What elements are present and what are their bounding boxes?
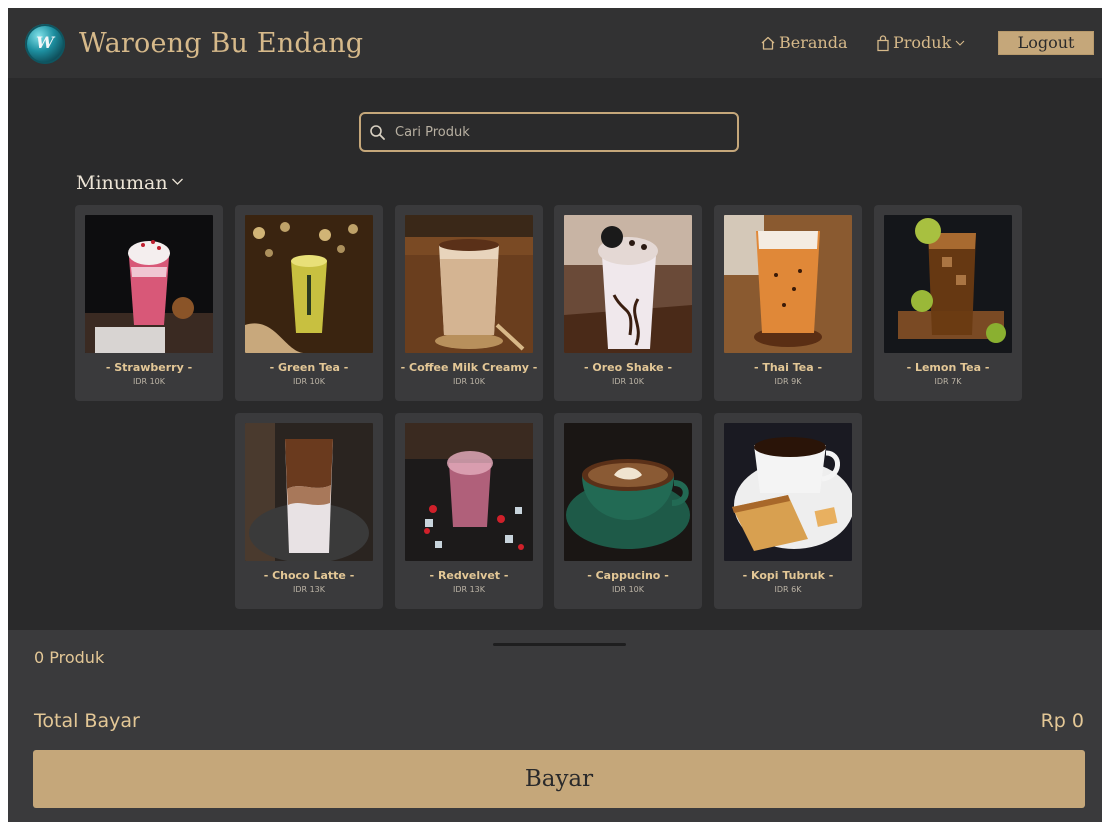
product-name: - Kopi Tubruk -	[742, 569, 834, 582]
product-price: IDR 13K	[292, 585, 326, 594]
product-image-kopi-tubruk	[724, 423, 852, 561]
product-card-green-tea[interactable]: - Green Tea - IDR 10K	[235, 205, 383, 401]
product-price: IDR 13K	[452, 585, 486, 594]
product-name: - Lemon Tea -	[906, 361, 990, 374]
product-card-redvelvet[interactable]: - Redvelvet - IDR 13K	[395, 413, 543, 609]
product-name: - Coffee Milk Creamy -	[400, 361, 538, 374]
product-image-redvelvet	[405, 423, 533, 561]
product-name: - Choco Latte -	[263, 569, 355, 582]
chevron-down-icon	[954, 37, 966, 49]
product-name: - Oreo Shake -	[583, 361, 673, 374]
product-price: IDR 10K	[132, 377, 166, 386]
product-card-lemon-tea[interactable]: - Lemon Tea - IDR 7K	[874, 205, 1022, 401]
nav-beranda[interactable]: Beranda	[760, 30, 848, 56]
product-image-cappucino	[564, 423, 692, 561]
product-price: IDR 9K	[774, 377, 802, 386]
cart-count: 0 Produk	[34, 648, 105, 667]
total-label: Total Bayar	[34, 710, 140, 732]
cart-panel: 0 Produk Total Bayar Rp 0 Bayar	[8, 630, 1102, 822]
brand-logo-icon[interactable]: W	[25, 24, 65, 64]
product-image-thai-tea	[724, 215, 852, 353]
home-icon	[760, 35, 776, 51]
product-card-coffee-milk-creamy[interactable]: - Coffee Milk Creamy - IDR 10K	[395, 205, 543, 401]
logo-monogram: W	[36, 33, 54, 52]
total-value: Rp 0	[1040, 710, 1084, 732]
product-image-choco-latte	[245, 423, 373, 561]
category-dropdown[interactable]: Minuman	[76, 170, 185, 196]
product-image-oreo-shake	[564, 215, 692, 353]
product-name: - Redvelvet -	[429, 569, 509, 582]
nav-produk-label: Produk	[893, 33, 952, 52]
product-image-strawberry	[85, 215, 213, 353]
top-navbar: W Waroeng Bu Endang Beranda Produk Logou…	[8, 8, 1102, 78]
product-name: - Green Tea -	[269, 361, 349, 374]
product-price: IDR 6K	[774, 585, 802, 594]
chevron-down-icon	[170, 170, 185, 196]
product-card-thai-tea[interactable]: - Thai Tea - IDR 9K	[714, 205, 862, 401]
product-image-lemon-tea	[884, 215, 1012, 353]
category-label: Minuman	[76, 172, 168, 194]
search-icon	[369, 124, 386, 145]
product-name: - Thai Tea -	[753, 361, 823, 374]
product-price: IDR 10K	[611, 377, 645, 386]
product-card-choco-latte[interactable]: - Choco Latte - IDR 13K	[235, 413, 383, 609]
product-name: - Cappucino -	[587, 569, 669, 582]
product-price: IDR 10K	[452, 377, 486, 386]
search-input[interactable]	[395, 118, 725, 146]
search-box[interactable]	[359, 112, 739, 152]
product-image-green-tea	[245, 215, 373, 353]
product-name: - Strawberry -	[105, 361, 193, 374]
logout-button[interactable]: Logout	[998, 31, 1094, 55]
product-card-cappucino[interactable]: - Cappucino - IDR 10K	[554, 413, 702, 609]
nav-produk-dropdown[interactable]: Produk	[876, 30, 966, 56]
product-price: IDR 10K	[611, 585, 645, 594]
nav-beranda-label: Beranda	[779, 33, 848, 52]
product-image-coffee-milk-creamy	[405, 215, 533, 353]
drag-handle[interactable]	[493, 643, 626, 646]
product-card-strawberry[interactable]: - Strawberry - IDR 10K	[75, 205, 223, 401]
product-price: IDR 7K	[934, 377, 962, 386]
brand-name[interactable]: Waroeng Bu Endang	[79, 24, 363, 64]
shopping-bag-icon	[876, 34, 890, 52]
pay-button[interactable]: Bayar	[33, 750, 1085, 808]
product-card-oreo-shake[interactable]: - Oreo Shake - IDR 10K	[554, 205, 702, 401]
product-card-kopi-tubruk[interactable]: - Kopi Tubruk - IDR 6K	[714, 413, 862, 609]
app-window: W Waroeng Bu Endang Beranda Produk Logou…	[8, 8, 1102, 822]
product-price: IDR 10K	[292, 377, 326, 386]
